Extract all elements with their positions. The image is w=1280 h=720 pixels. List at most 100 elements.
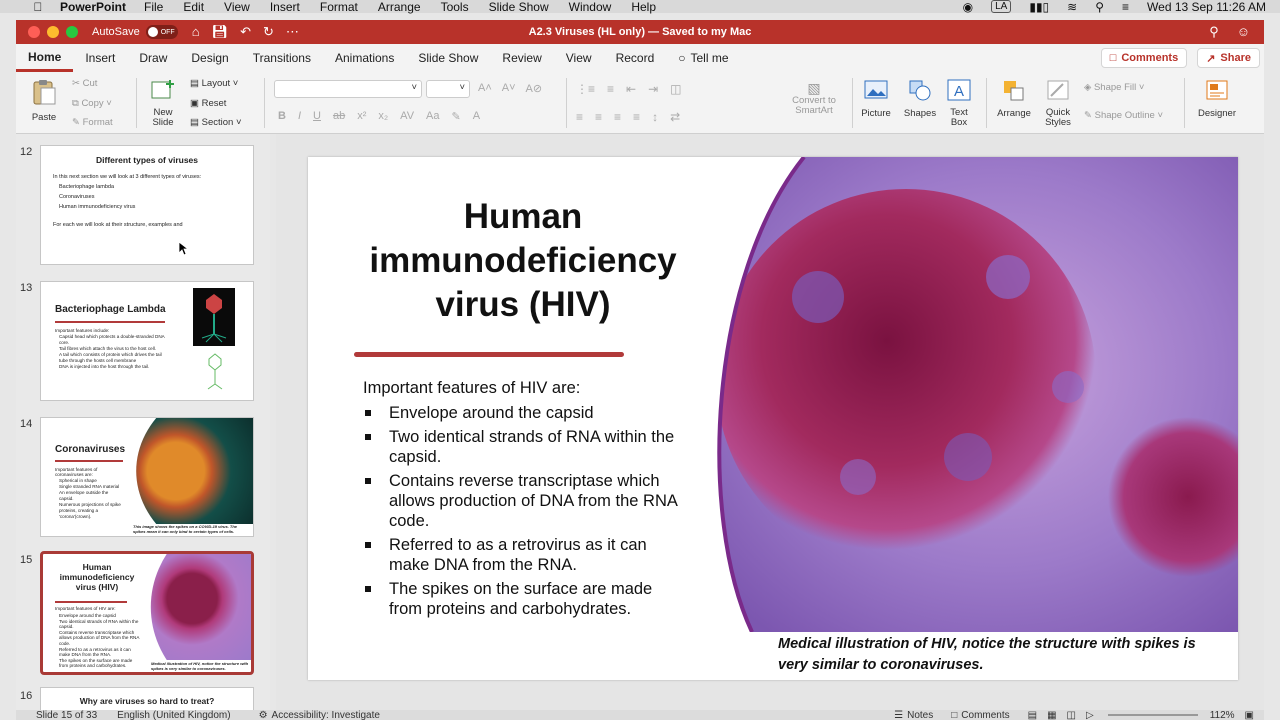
slide-bullet-list[interactable]: Envelope around the capsid Two identical… [363,403,683,623]
hiv-illustration[interactable] [708,157,1238,632]
designer-button[interactable]: Designer [1192,78,1242,119]
autosave-toggle[interactable]: OFF [145,25,178,39]
underline-icon[interactable]: U [313,110,321,123]
decrease-indent-icon[interactable]: ⇤ [626,82,636,96]
share-button[interactable]: ↗ Share [1197,48,1260,68]
tab-home[interactable]: Home [16,44,74,72]
decrease-font-icon[interactable]: A˅ [502,82,516,95]
tab-view[interactable]: View [554,44,604,72]
user-badge[interactable]: LA [991,0,1012,13]
account-icon[interactable]: ☺ [1237,24,1250,40]
slide-15[interactable]: Human immunodeficiency virus (HIV) Impor… [308,157,1238,680]
menu-edit[interactable]: Edit [183,0,204,14]
slideshow-icon[interactable]: ▷ [1086,710,1094,720]
line-spacing-icon[interactable]: ↕ [652,110,658,124]
slide-thumbnail-16[interactable]: Why are viruses so hard to treat? [40,687,254,710]
paste-button[interactable]: Paste [24,78,64,123]
menu-window[interactable]: Window [569,0,612,14]
tab-transitions[interactable]: Transitions [241,44,323,72]
font-size-select[interactable]: ˅ [426,80,470,98]
menu-app-name[interactable]: PowerPoint [60,0,126,14]
convert-smartart-button[interactable]: ▧ Convert to SmartArt [784,80,844,116]
menu-insert[interactable]: Insert [270,0,300,14]
menu-arrange[interactable]: Arrange [378,0,421,14]
quick-styles-button[interactable]: Quick Styles [1038,78,1078,128]
zoom-slider[interactable] [1107,714,1198,716]
tab-animations[interactable]: Animations [323,44,406,72]
zoom-level[interactable]: 112% [1210,710,1235,720]
change-case-icon[interactable]: Aa [426,110,439,123]
search-icon[interactable]: ⚲ [1209,24,1219,40]
tab-record[interactable]: Record [604,44,667,72]
align-center-icon[interactable]: ≡ [595,110,602,124]
font-color-icon[interactable]: A [473,110,480,123]
font-name-select[interactable]: ˅ [274,80,422,98]
minimize-window-button[interactable] [47,26,59,38]
tab-design[interactable]: Design [179,44,240,72]
language-indicator[interactable]: English (United Kingdom) [117,710,230,720]
menu-file[interactable]: File [144,0,163,14]
reading-view-icon[interactable]: ◫ [1067,710,1076,720]
clear-format-icon[interactable]: A⊘ [526,82,543,95]
battery-icon[interactable]: ▮▮▯ [1029,0,1049,14]
section-button[interactable]: ▤ Section ˅ [190,117,242,128]
slide-intro-text[interactable]: Important features of HIV are: [363,379,580,398]
subscript-icon[interactable]: x₂ [378,110,388,123]
image-caption[interactable]: Medical illustration of HIV, notice the … [778,634,1228,676]
undo-icon[interactable]: ↶ [240,24,251,40]
italic-icon[interactable]: I [298,110,301,123]
tell-me-search[interactable]: ○ Tell me [666,44,740,72]
slide-thumbnail-pane[interactable]: 12 Different types of viruses In this ne… [16,134,270,710]
menu-format[interactable]: Format [320,0,358,14]
shapes-button[interactable]: Shapes [900,78,940,119]
increase-font-icon[interactable]: A˄ [478,82,492,95]
shape-outline-button[interactable]: ✎ Shape Outline ˅ [1084,110,1163,121]
normal-view-icon[interactable]: ▤ [1028,710,1037,720]
slide-sorter-icon[interactable]: ▦ [1047,710,1056,720]
redo-icon[interactable]: ↻ [263,24,274,40]
text-direction-icon[interactable]: ⇄ [670,110,680,124]
fit-slide-icon[interactable]: ▣ [1245,710,1254,720]
tab-insert[interactable]: Insert [73,44,127,72]
bold-icon[interactable]: B [278,110,286,123]
layout-button[interactable]: ▤ Layout ˅ [190,78,238,89]
new-slide-button[interactable]: New Slide [142,78,184,128]
picture-button[interactable]: Picture [856,78,896,119]
close-window-button[interactable] [28,26,40,38]
menu-view[interactable]: View [224,0,250,14]
shape-fill-button[interactable]: ◈ Shape Fill ˅ [1084,82,1144,93]
justify-icon[interactable]: ≡ [633,110,640,124]
status-comments-button[interactable]: Comments [961,710,1009,720]
highlight-icon[interactable]: ✎ [452,110,461,123]
comments-button[interactable]: □ Comments [1100,48,1188,68]
copy-button[interactable]: ⧉ Copy ˅ [72,98,112,109]
columns-icon[interactable]: ◫ [670,82,681,96]
tab-draw[interactable]: Draw [127,44,179,72]
format-painter-button[interactable]: ✎ Format [72,117,113,128]
apple-icon[interactable]:  [30,0,46,14]
record-icon[interactable]: ◉ [963,0,973,14]
zoom-window-button[interactable] [66,26,78,38]
cut-button[interactable]: ✂ Cut [72,78,97,89]
tab-review[interactable]: Review [490,44,553,72]
increase-indent-icon[interactable]: ⇥ [648,82,658,96]
reset-button[interactable]: ▣ Reset [190,98,226,109]
home-icon[interactable]: ⌂ [192,24,200,40]
slide-title[interactable]: Human immunodeficiency virus (HIV) [348,195,698,327]
notes-button[interactable]: Notes [907,710,933,720]
slide-thumbnail-12[interactable]: Different types of viruses In this next … [40,145,254,265]
spotlight-search-icon[interactable]: ⚲ [1095,0,1104,14]
align-left-icon[interactable]: ≡ [576,110,583,124]
arrange-button[interactable]: Arrange [992,78,1036,119]
control-center-icon[interactable]: ≡ [1122,0,1129,14]
numbering-icon[interactable]: ≡ [607,82,614,96]
strikethrough-icon[interactable]: ab [333,110,345,123]
accessibility-indicator[interactable]: Accessibility: Investigate [272,710,380,720]
bullets-icon[interactable]: ⋮≡ [576,82,595,96]
more-icon[interactable]: ⋯ [286,24,299,40]
slide-thumbnail-13[interactable]: Bacteriophage Lambda Important features … [40,281,254,401]
save-icon[interactable]: 💾︎ [212,24,229,40]
slide-thumbnail-14[interactable]: Coronaviruses Important features of coro… [40,417,254,537]
textbox-button[interactable]: A Text Box [942,78,976,128]
menu-slide-show[interactable]: Slide Show [489,0,549,14]
